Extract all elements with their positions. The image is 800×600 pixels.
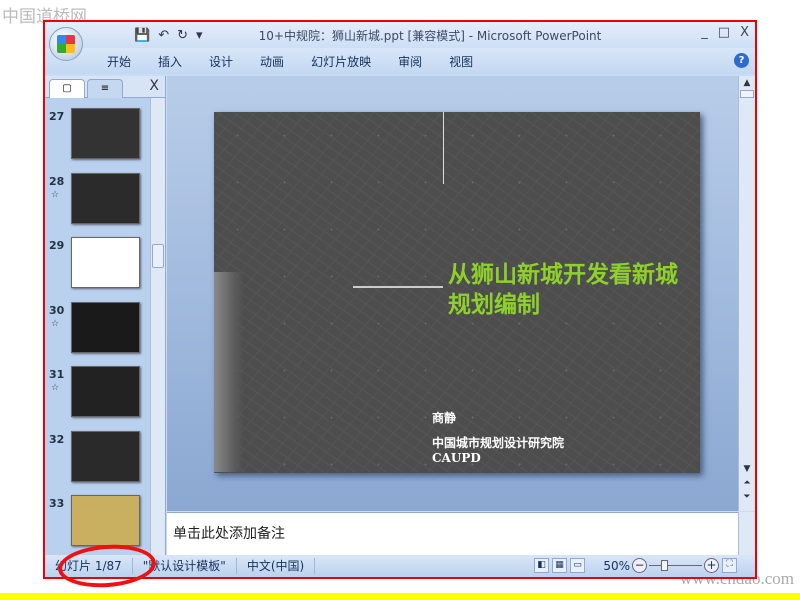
- slide-organization-en[interactable]: CAUPD: [432, 451, 481, 465]
- slide-canvas[interactable]: 从狮山新城开发看新城规划编制 商静 中国城市规划设计研究院 CAUPD: [214, 112, 700, 473]
- tab-design[interactable]: 设计: [209, 53, 233, 70]
- slide-title[interactable]: 从狮山新城开发看新城规划编制: [448, 260, 698, 320]
- thumbnail-number: 33: [49, 497, 65, 510]
- title-bar: 💾 ↶ ↻ ▾ 10+中规院：狮山新城.ppt [兼容模式] - Microso…: [45, 22, 755, 61]
- thumbnail-image: [71, 430, 140, 482]
- thumbnail-image: [71, 237, 140, 288]
- page: 中国道桥网 www.cndao.com 💾 ↶ ↻ ▾ 10+中规院：狮山新城.…: [0, 0, 800, 593]
- slide-thumbnail[interactable]: 32: [45, 430, 150, 491]
- slide-scrollbar[interactable]: ▲ ▼ ⏶ ⏷: [738, 76, 755, 511]
- slide-thumbnail[interactable]: 28 ☆: [45, 172, 150, 233]
- thumbnail-number: 32: [49, 432, 65, 446]
- thumbnail-image: [71, 301, 140, 353]
- decor-horizontal-line: [353, 286, 443, 288]
- animation-star-icon: ☆: [51, 318, 60, 329]
- animation-star-icon: ☆: [51, 383, 60, 393]
- next-slide-icon[interactable]: ⏷: [740, 492, 754, 502]
- close-panel-icon[interactable]: X: [149, 78, 159, 94]
- slide-author[interactable]: 商静: [432, 409, 456, 426]
- slide-organization[interactable]: 中国城市规划设计研究院: [432, 434, 564, 451]
- slide-thumbnail[interactable]: 30 ☆: [45, 301, 150, 362]
- scroll-up-icon[interactable]: ▲: [740, 78, 754, 88]
- ribbon-tabs: 开始 插入 设计 动画 幻灯片放映 审阅 视图 ?: [45, 48, 755, 74]
- notes-scrollbar[interactable]: [738, 512, 755, 555]
- thumbnail-image: [71, 495, 140, 546]
- slide-thumbnail[interactable]: 29: [45, 237, 150, 297]
- tab-animations[interactable]: 动画: [260, 53, 284, 70]
- language[interactable]: 中文(中国): [237, 558, 316, 574]
- tab-slideshow[interactable]: 幻灯片放映: [311, 53, 371, 70]
- zoom-slider-handle[interactable]: [661, 560, 668, 571]
- thumbnail-number: 27: [49, 110, 65, 123]
- scroll-down-icon[interactable]: ▼: [740, 464, 754, 474]
- thumbnail-number: 28: [49, 174, 65, 188]
- help-icon[interactable]: ?: [734, 53, 749, 68]
- close-button[interactable]: X: [740, 25, 749, 40]
- decor-vertical-line: [443, 112, 444, 184]
- tab-home[interactable]: 开始: [107, 53, 131, 70]
- map-coast: [214, 272, 244, 472]
- tab-review[interactable]: 审阅: [398, 53, 422, 70]
- slide-editor: 从狮山新城开发看新城规划编制 商静 中国城市规划设计研究院 CAUPD: [167, 76, 740, 511]
- normal-view-icon[interactable]: ◧: [534, 558, 549, 573]
- slide-thumbnail[interactable]: 31 ☆: [45, 366, 150, 426]
- powerpoint-window: 💾 ↶ ↻ ▾ 10+中规院：狮山新城.ppt [兼容模式] - Microso…: [43, 20, 757, 579]
- tab-view[interactable]: 视图: [449, 53, 473, 70]
- zoom-in-icon[interactable]: +: [704, 558, 719, 573]
- previous-slide-icon[interactable]: ⏶: [740, 478, 754, 488]
- thumbnail-number: 30: [49, 303, 65, 317]
- zoom-out-icon[interactable]: −: [632, 558, 647, 573]
- notes-pane[interactable]: 单击此处添加备注: [167, 512, 740, 555]
- office-logo-icon: [57, 35, 75, 53]
- zoom-level[interactable]: 50%: [603, 559, 630, 573]
- scroll-thumb[interactable]: [152, 244, 164, 268]
- slides-tab[interactable]: ▢: [49, 79, 85, 98]
- fit-to-window-icon[interactable]: ⛶: [722, 558, 737, 573]
- notes-placeholder: 单击此处添加备注: [173, 526, 285, 542]
- thumbnail-list: 27 28 ☆ 29 30 ☆ 31 ☆ 32 33: [45, 98, 150, 555]
- scroll-thumb[interactable]: [740, 90, 754, 98]
- slide-sorter-icon[interactable]: ▦: [552, 558, 567, 573]
- thumbnail-image: [71, 366, 140, 417]
- slideshow-icon[interactable]: ▭: [570, 558, 585, 573]
- office-button[interactable]: [49, 27, 83, 61]
- outline-tab[interactable]: ≡: [87, 79, 123, 98]
- animation-star-icon: ☆: [51, 189, 60, 200]
- thumbnail-image: [71, 172, 140, 224]
- zoom-slider[interactable]: [649, 565, 702, 566]
- slides-panel: ▢ ≡ X 27 28 ☆ 29 30 ☆ 31 ☆ 32 33: [45, 76, 166, 555]
- tab-insert[interactable]: 插入: [158, 53, 182, 70]
- slide-thumbnail[interactable]: 27: [45, 108, 150, 168]
- minimize-button[interactable]: _: [701, 25, 708, 40]
- thumbnail-number: 31: [49, 368, 65, 381]
- thumbnail-scrollbar[interactable]: [150, 98, 165, 555]
- thumbnail-image: [71, 108, 140, 159]
- window-title: 10+中规院：狮山新城.ppt [兼容模式] - Microsoft Power…: [258, 29, 602, 43]
- thumbnail-number: 29: [49, 239, 65, 252]
- maximize-button[interactable]: □: [718, 25, 730, 40]
